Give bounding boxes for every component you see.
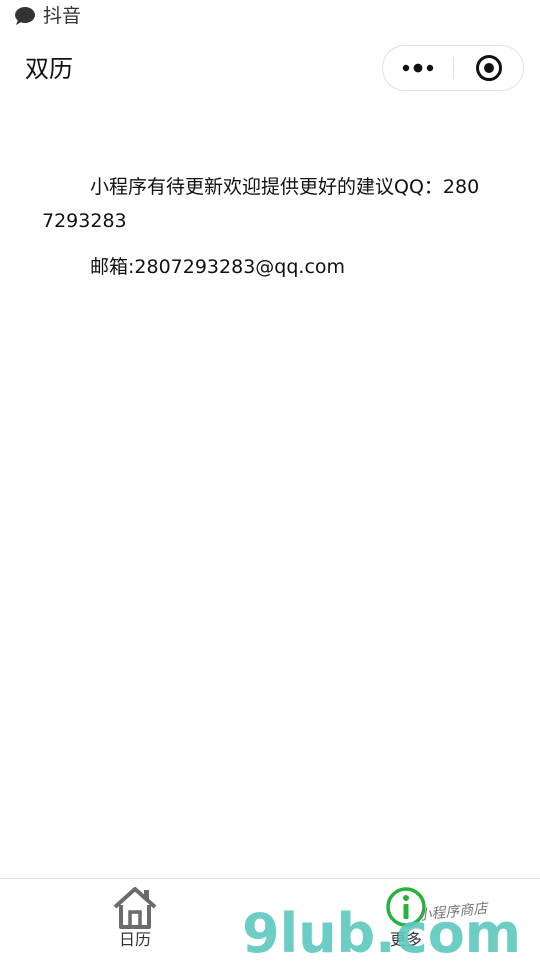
status-bar: 抖音 <box>0 0 540 34</box>
tab-calendar[interactable]: 日历 <box>85 879 185 959</box>
tab-more[interactable]: 更多 <box>356 879 456 959</box>
nav-bar: 双历 <box>0 40 540 100</box>
source-app-label[interactable]: 抖音 <box>43 3 81 29</box>
home-icon <box>113 887 157 929</box>
email-paragraph: 邮箱:2807293283@qq.com <box>90 256 346 278</box>
page-title: 双历 <box>25 55 73 83</box>
info-icon <box>386 887 426 927</box>
capsule-menu <box>382 45 524 91</box>
close-button[interactable] <box>455 46 523 90</box>
capsule-divider <box>453 57 454 79</box>
more-button[interactable] <box>383 46 453 90</box>
tab-label: 日历 <box>118 930 151 949</box>
more-dots-icon <box>402 63 434 73</box>
tab-bar: 日历 更多 <box>0 878 540 960</box>
target-close-icon <box>476 55 502 81</box>
tab-label: 更多 <box>389 930 422 949</box>
feedback-paragraph: 小程序有待更新欢迎提供更好的建议QQ：2807293283 <box>42 176 480 232</box>
feedback-content: 小程序有待更新欢迎提供更好的建议QQ：2807293283 邮箱:2807293… <box>42 170 482 284</box>
chat-bubble-icon <box>15 7 35 25</box>
